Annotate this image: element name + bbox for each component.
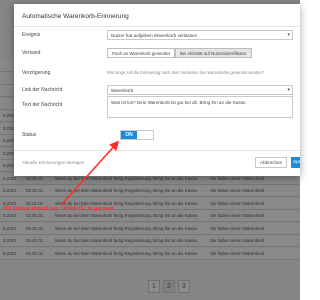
show-reminders-link[interactable]: Aktuelle Erinnerungen anzeigen <box>22 160 84 165</box>
annotation-note: ON button should say "AN/AUS" in german <box>3 206 114 212</box>
link-label: Link der Nachricht <box>22 87 63 93</box>
modal-divider <box>14 26 300 27</box>
footer-divider <box>14 150 300 151</box>
cancel-button[interactable]: Abbrechen <box>255 157 288 168</box>
versand-option-activity[interactable]: Bei Aktivität auf Nutzeridentifikator <box>174 48 252 58</box>
chevron-down-icon: ▾ <box>287 87 290 93</box>
status-toggle[interactable]: ON <box>120 130 154 140</box>
save-button[interactable]: Speichern <box>291 157 300 168</box>
versand-option-push[interactable]: Push an Warenkorb gesendet <box>107 48 175 58</box>
ereignis-select[interactable]: Nutzer hat aufgeben Warenkorb verlassen … <box>107 30 293 40</box>
message-textarea[interactable]: Was ist los? Dein Warenkorb ist gut bei … <box>107 96 293 118</box>
ereignis-value: Nutzer hat aufgeben Warenkorb verlassen <box>111 33 198 38</box>
versand-label: Versand <box>22 50 41 56</box>
ereignis-label: Ereignis <box>22 32 41 38</box>
versand-toggle-group: Push an Warenkorb gesendet Bei Aktivität… <box>107 48 252 58</box>
verzoegerung-help-text: Wie lange soll die Erinnerung nach dem V… <box>107 70 265 75</box>
text-label: Text der Nachricht <box>22 102 63 108</box>
chevron-down-icon: ▾ <box>287 32 290 38</box>
verzoegerung-label: Verzögerung <box>22 70 51 76</box>
status-on-indicator: ON <box>121 131 137 139</box>
reminder-modal: Automatische Warenkorb-Erinnerung Ereign… <box>14 4 300 176</box>
status-label: Status <box>22 132 37 138</box>
link-value: Warenkorb <box>111 88 134 93</box>
link-select[interactable]: Warenkorb ▾ <box>107 85 293 95</box>
modal-title: Automatische Warenkorb-Erinnerung <box>22 13 129 20</box>
